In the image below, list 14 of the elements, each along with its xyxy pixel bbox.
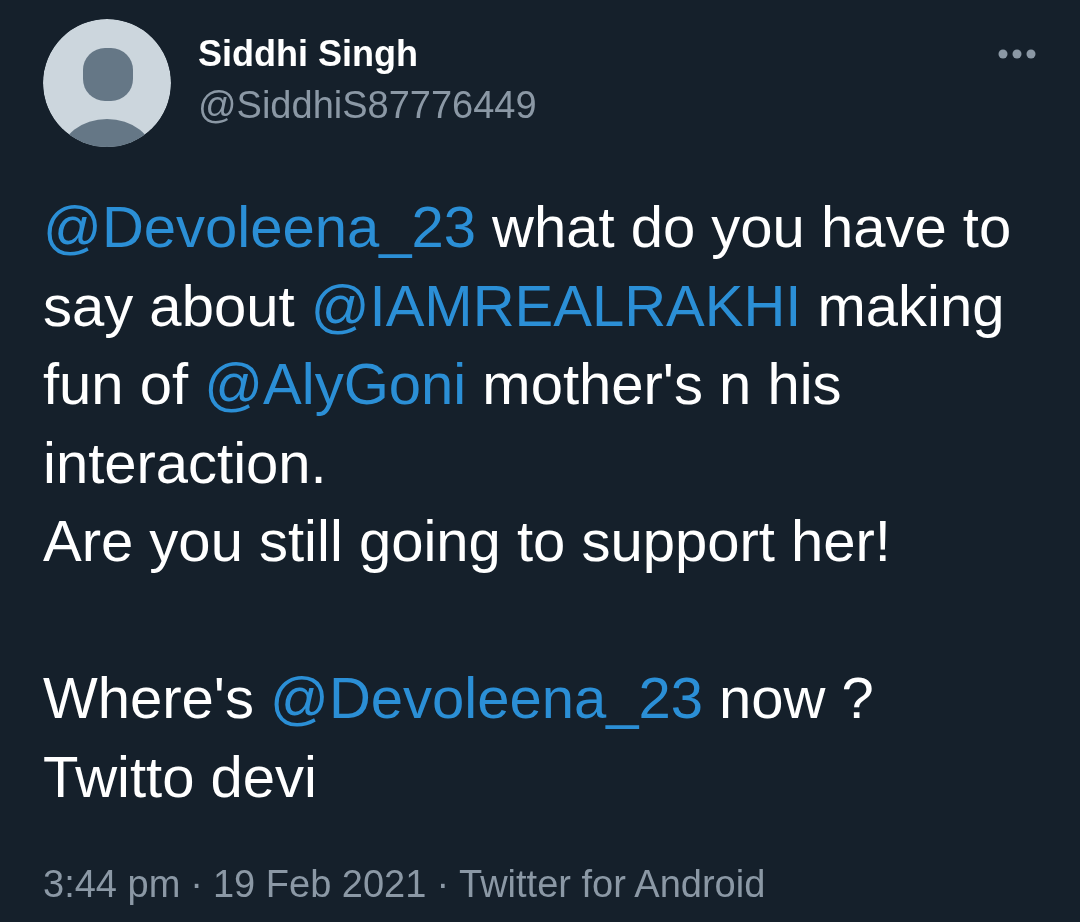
avatar-silhouette-icon [43,19,171,147]
separator-dot: · [190,862,203,906]
tweet-time: 3:44 pm [43,862,181,906]
source-link[interactable]: Twitter for Android [459,862,766,906]
author-handle[interactable]: @SiddhiS87776449 [198,82,537,128]
separator-dot: · [436,862,450,906]
tweet-text: @Devoleena_23 what do you have to say about @IAMREALRAKHI making fun of @AlyGoni mother's n his interaction. Are you still going to support her! Where's @Devoleena_23 now ? Twitto devi [43,193,1013,811]
mention-link[interactable]: @Devoleena_23 [270,665,703,730]
mention-link[interactable]: @IAMREALRAKHI [310,272,802,338]
author-name[interactable]: Siddhi Singh [198,32,418,76]
tweet-date: 19 Feb 2021 [212,862,427,906]
mention-link[interactable]: @AlyGoni [204,351,467,416]
mention-link[interactable]: @Devoleena_23 [43,194,476,259]
more-options-icon[interactable] [998,48,1036,60]
